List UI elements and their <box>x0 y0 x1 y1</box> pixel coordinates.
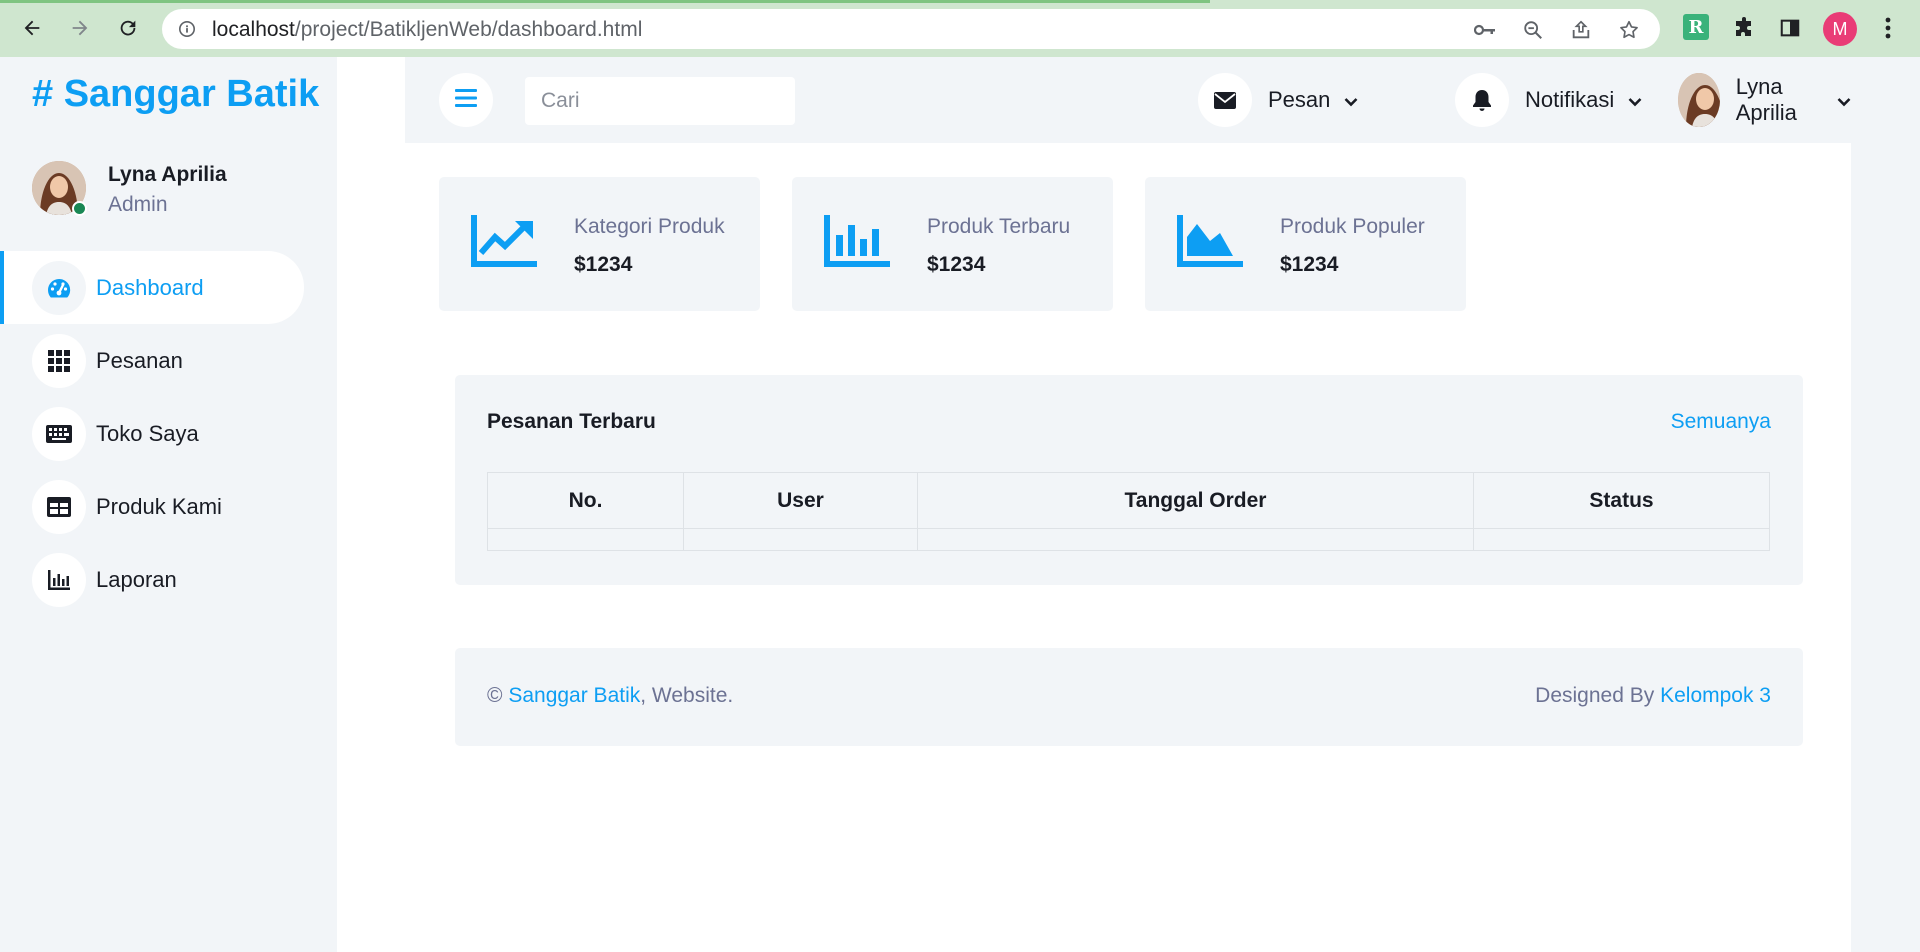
stat-card-kategori-produk: Kategori Produk $1234 <box>439 177 760 311</box>
notifications-label: Notifikasi <box>1525 87 1615 112</box>
recent-orders-panel: Pesanan Terbaru Semuanya No. User Tangga… <box>455 375 1803 585</box>
sidebar-item-label: Toko Saya <box>96 420 199 446</box>
table-icon <box>32 479 86 534</box>
gauge-icon <box>32 260 86 315</box>
forward-icon[interactable] <box>66 14 94 42</box>
envelope-icon <box>1198 73 1252 127</box>
chart-bar-icon <box>824 215 890 272</box>
footer-credit: Designed By Kelompok 3 <box>1535 684 1771 707</box>
notifications-dropdown[interactable]: Notifikasi <box>1455 73 1642 127</box>
chevron-down-icon <box>1628 87 1642 113</box>
chevron-down-icon <box>1837 87 1851 113</box>
sidebar-item-label: Laporan <box>96 566 177 592</box>
sidebar-item-label: Pesanan <box>96 347 183 373</box>
column-header-tanggal-order[interactable]: Tanggal Order <box>917 472 1474 529</box>
hamburger-icon <box>455 88 477 112</box>
grid-icon <box>32 333 86 388</box>
browser-chrome: localhost/project/BatikljenWeb/dashboard… <box>0 0 1920 57</box>
bell-icon <box>1455 73 1509 127</box>
address-bar[interactable]: localhost/project/BatikljenWeb/dashboard… <box>162 9 1660 49</box>
bookmark-star-icon[interactable] <box>1616 18 1642 42</box>
sidebar-item-dashboard[interactable]: Dashboard <box>0 251 304 324</box>
stat-card-value: $1234 <box>927 253 986 276</box>
sidebar-item-laporan[interactable]: Laporan <box>0 543 337 616</box>
sidebar-item-label: Dashboard <box>96 274 204 300</box>
avatar <box>1678 73 1720 127</box>
footer-site-link[interactable]: Sanggar Batik <box>508 684 640 707</box>
browser-profile-avatar[interactable]: M <box>1823 12 1857 46</box>
search-input[interactable] <box>525 77 795 125</box>
online-status-dot <box>72 201 87 216</box>
page-footer: © Sanggar Batik, Website. Designed By Ke… <box>455 648 1803 746</box>
extension-r-icon[interactable]: R <box>1683 14 1709 40</box>
chart-bar-icon <box>32 552 86 607</box>
sidebar-item-pesanan[interactable]: Pesanan <box>0 324 337 397</box>
table-header-row: No. User Tanggal Order Status <box>487 472 1770 529</box>
keyboard-icon <box>32 406 86 461</box>
site-info-icon[interactable] <box>178 20 196 43</box>
top-navbar: Pesan Notifikasi Lyna Aprilia <box>405 57 1851 143</box>
back-icon[interactable] <box>18 14 46 42</box>
stat-card-produk-terbaru: Produk Terbaru $1234 <box>792 177 1113 311</box>
stat-card-title: Produk Terbaru <box>927 215 1071 238</box>
browser-menu-icon[interactable] <box>1874 14 1902 42</box>
brand-logo[interactable]: # Sanggar Batik <box>32 73 319 116</box>
extensions-puzzle-icon[interactable] <box>1730 14 1758 42</box>
user-dropdown[interactable]: Lyna Aprilia <box>1678 73 1851 127</box>
stat-card-value: $1234 <box>574 253 633 276</box>
right-margin <box>1851 57 1920 952</box>
orders-table: No. User Tanggal Order Status <box>487 472 1770 551</box>
menu-toggle-button[interactable] <box>439 73 493 127</box>
profile-role: Admin <box>108 193 168 216</box>
sidebar: # Sanggar Batik Lyna Aprilia Admin Dashb… <box>0 57 337 952</box>
stat-card-produk-populer: Produk Populer $1234 <box>1145 177 1466 311</box>
column-header-status[interactable]: Status <box>1473 472 1770 529</box>
column-header-user[interactable]: User <box>683 472 918 529</box>
chart-area-icon <box>1177 215 1243 272</box>
user-name: Lyna Aprilia <box>1735 74 1797 125</box>
panel-title: Pesanan Terbaru <box>487 410 656 433</box>
sidebar-item-label: Produk Kami <box>96 493 222 519</box>
view-all-link[interactable]: Semuanya <box>1671 410 1771 434</box>
column-header-no[interactable]: No. <box>487 472 684 529</box>
main-content: Pesan Notifikasi Lyna Aprilia <box>337 57 1851 952</box>
sidebar-nav: Dashboard Pesanan Toko Saya Produk Kami … <box>0 251 337 616</box>
page-load-progress <box>0 0 1210 3</box>
table-row <box>487 528 1770 551</box>
side-panel-icon[interactable] <box>1776 14 1804 42</box>
profile-name: Lyna Aprilia <box>108 163 227 186</box>
chart-line-icon <box>471 215 537 272</box>
key-icon[interactable] <box>1472 18 1498 42</box>
messages-label: Pesan <box>1268 87 1331 112</box>
sidebar-item-produk-kami[interactable]: Produk Kami <box>0 470 337 543</box>
chevron-down-icon <box>1344 87 1358 113</box>
footer-copyright: © Sanggar Batik, Website. <box>487 684 734 707</box>
stat-card-value: $1234 <box>1280 253 1339 276</box>
share-icon[interactable] <box>1568 18 1594 42</box>
messages-dropdown[interactable]: Pesan <box>1198 73 1358 127</box>
stat-card-title: Kategori Produk <box>574 215 725 238</box>
footer-team-link[interactable]: Kelompok 3 <box>1660 684 1771 707</box>
url-text: localhost/project/BatikljenWeb/dashboard… <box>212 18 643 41</box>
stat-card-title: Produk Populer <box>1280 215 1425 238</box>
sidebar-item-toko-saya[interactable]: Toko Saya <box>0 397 337 470</box>
zoom-out-icon[interactable] <box>1520 18 1546 42</box>
reload-icon[interactable] <box>114 14 142 42</box>
